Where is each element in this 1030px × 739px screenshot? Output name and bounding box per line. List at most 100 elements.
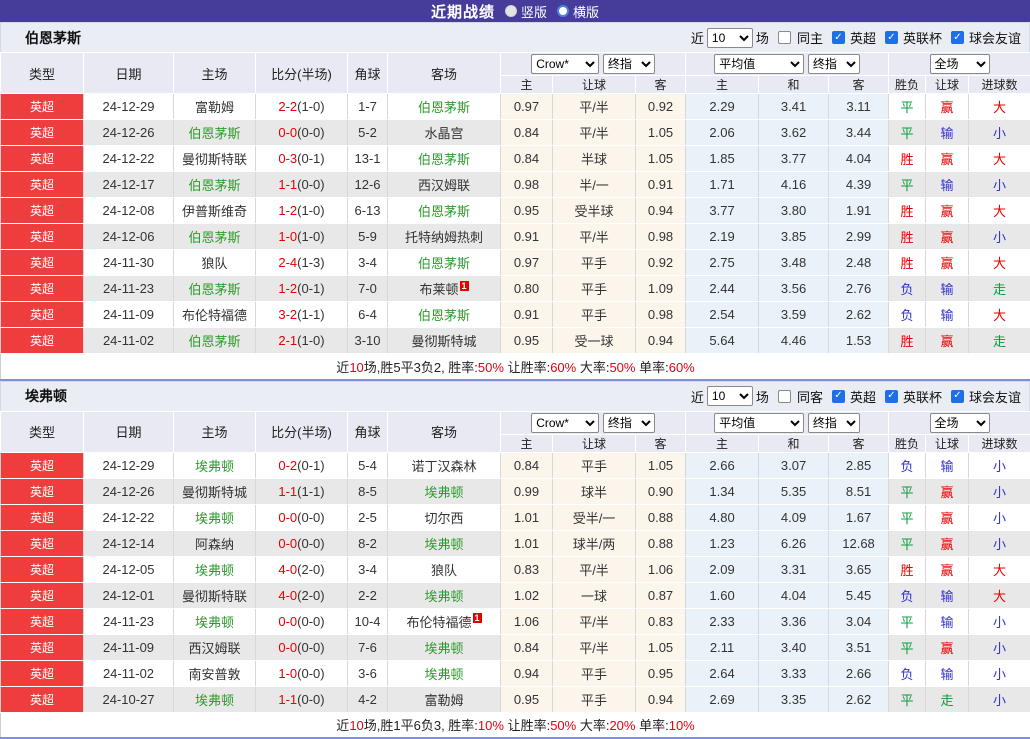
date-cell: 24-11-09 — [84, 302, 174, 328]
league-epl-checkbox[interactable]: ✓ — [832, 31, 845, 44]
summary-row: 近10场,胜5平3负2, 胜率:50% 让胜率:60% 大率:50% 单率:60… — [1, 354, 1030, 379]
result-scope-select[interactable]: 全场 — [930, 413, 990, 433]
col-euro-home: 主 — [686, 76, 759, 94]
euro-away-odds-cell: 2.85 — [829, 452, 889, 478]
date-cell: 24-10-27 — [84, 686, 174, 712]
euro-home-odds-cell: 5.64 — [686, 328, 759, 354]
col-corner: 角球 — [348, 411, 388, 452]
col-asia-away: 客 — [636, 76, 686, 94]
goals-result-cell: 走 — [969, 276, 1030, 302]
match-count-select[interactable]: 10 — [707, 28, 753, 48]
date-cell: 24-11-30 — [84, 250, 174, 276]
team-label: 布伦特福德 — [182, 308, 247, 323]
summary-stat-value: 50% — [550, 718, 576, 733]
asia-handicap-cell: 球半 — [553, 478, 636, 504]
league-eflcup-checkbox[interactable]: ✓ — [885, 390, 898, 403]
league-friendly-checkbox[interactable]: ✓ — [951, 31, 964, 44]
wdl-result-cell: 胜 — [889, 556, 926, 582]
league-friendly-checkbox[interactable]: ✓ — [951, 390, 964, 403]
col-type: 类型 — [1, 411, 84, 452]
halftime-score: (0-0) — [297, 536, 324, 551]
league-eflcup-checkbox[interactable]: ✓ — [885, 31, 898, 44]
col-euro-away: 客 — [829, 76, 889, 94]
wdl-result-cell: 负 — [889, 452, 926, 478]
asia-time-select[interactable]: 终指 — [603, 413, 655, 433]
asia-home-odds-cell: 0.91 — [501, 302, 553, 328]
euro-away-odds-cell: 5.45 — [829, 582, 889, 608]
col-asia-home: 主 — [501, 434, 553, 452]
euro-home-odds-cell: 1.85 — [686, 146, 759, 172]
asia-handicap-cell: 受半球 — [553, 198, 636, 224]
match-row: 英超24-12-05埃弗顿4-0(2-0)3-4狼队0.83平/半1.062.0… — [1, 556, 1030, 582]
summary-text: 近10场,胜1平6负3, 胜率:10% 让胜率:50% 大率:20% 单率:10… — [336, 718, 694, 733]
team-label: 伯恩茅斯 — [188, 334, 240, 349]
asia-away-odds-cell: 0.92 — [636, 250, 686, 276]
layout-radio-vertical[interactable]: 竖版 — [505, 2, 547, 21]
euro-source-select[interactable]: 平均值 — [714, 54, 804, 74]
score-cell: 0-0(0-0) — [256, 120, 348, 146]
asia-away-odds-cell: 0.94 — [636, 198, 686, 224]
team-label: 埃弗顿 — [195, 563, 234, 578]
asia-handicap-cell: 平/半 — [553, 224, 636, 250]
date-cell: 24-12-29 — [84, 452, 174, 478]
score-cell: 1-0(1-0) — [256, 224, 348, 250]
corner-cell: 5-2 — [348, 120, 388, 146]
radio-checked-icon — [505, 5, 517, 17]
col-asia-handicap: 让球 — [553, 76, 636, 94]
asia-bookmaker-select[interactable]: Crow* — [531, 54, 599, 74]
handicap-result-cell: 输 — [926, 172, 969, 198]
same-venue-checkbox[interactable] — [778, 390, 791, 403]
home-team-cell: 埃弗顿 — [174, 686, 256, 712]
home-team-cell: 伯恩茅斯 — [174, 224, 256, 250]
fulltime-score: 0-2 — [278, 458, 297, 473]
filters: 近 10 场 同客 ✓ 英超 ✓ 英联杯 ✓ 球会友谊 — [691, 386, 1021, 406]
date-cell: 24-12-06 — [84, 224, 174, 250]
radio-vertical-label: 竖版 — [521, 2, 547, 21]
halftime-score: (2-0) — [297, 562, 324, 577]
league-epl-checkbox[interactable]: ✓ — [832, 390, 845, 403]
result-scope-select[interactable]: 全场 — [930, 54, 990, 74]
score-cell: 0-0(0-0) — [256, 608, 348, 634]
matches-label: 场 — [756, 387, 769, 406]
team-label: 西汉姆联 — [418, 178, 470, 193]
date-cell: 24-11-23 — [84, 608, 174, 634]
date-cell: 24-12-08 — [84, 198, 174, 224]
asia-time-select[interactable]: 终指 — [603, 54, 655, 74]
wdl-result-cell: 平 — [889, 478, 926, 504]
corner-cell: 3-4 — [348, 250, 388, 276]
asia-away-odds-cell: 0.94 — [636, 328, 686, 354]
euro-draw-odds-cell: 3.31 — [759, 556, 829, 582]
league-cell: 英超 — [1, 582, 84, 608]
euro-time-select[interactable]: 终指 — [808, 413, 860, 433]
asia-away-odds-cell: 0.90 — [636, 478, 686, 504]
match-row: 英超24-12-29富勒姆2-2(1-0)1-7伯恩茅斯0.97平/半0.922… — [1, 94, 1030, 120]
corner-cell: 12-6 — [348, 172, 388, 198]
league-cell: 英超 — [1, 634, 84, 660]
euro-time-select[interactable]: 终指 — [808, 54, 860, 74]
handicap-result-cell: 赢 — [926, 634, 969, 660]
goals-result-cell: 小 — [969, 478, 1030, 504]
col-euro-home: 主 — [686, 434, 759, 452]
layout-radio-horizontal[interactable]: 横版 — [557, 2, 599, 21]
asia-home-odds-cell: 0.97 — [501, 94, 553, 120]
score-cell: 2-4(1-3) — [256, 250, 348, 276]
score-cell: 1-1(0-0) — [256, 172, 348, 198]
halftime-score: (0-0) — [297, 125, 324, 140]
fulltime-score: 0-0 — [278, 614, 297, 629]
asia-home-odds-cell: 1.01 — [501, 504, 553, 530]
score-cell: 0-2(0-1) — [256, 452, 348, 478]
same-venue-checkbox[interactable] — [778, 31, 791, 44]
same-venue-label: 同客 — [797, 387, 823, 406]
asia-bookmaker-select[interactable]: Crow* — [531, 413, 599, 433]
away-team-cell: 狼队 — [388, 556, 501, 582]
away-team-cell: 埃弗顿 — [388, 634, 501, 660]
col-wdl: 胜负 — [889, 76, 926, 94]
euro-source-select[interactable]: 平均值 — [714, 413, 804, 433]
home-team-cell: 伯恩茅斯 — [174, 328, 256, 354]
col-type: 类型 — [1, 53, 84, 94]
team-label: 伯恩茅斯 — [418, 152, 470, 167]
summary-stat-label: 让胜率: — [504, 360, 550, 375]
score-cell: 0-0(0-0) — [256, 504, 348, 530]
asia-home-odds-cell: 0.94 — [501, 660, 553, 686]
match-count-select[interactable]: 10 — [707, 386, 753, 406]
